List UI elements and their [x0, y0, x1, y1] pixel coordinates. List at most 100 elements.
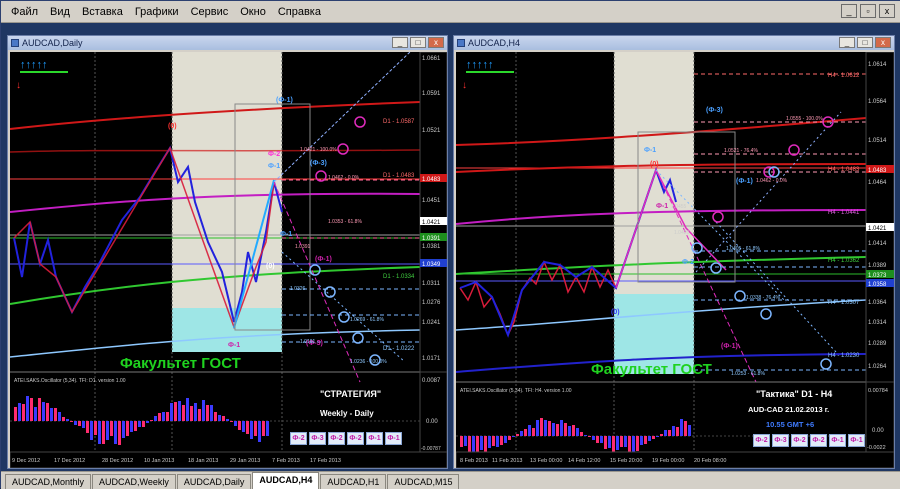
- oscillator-bar: [122, 421, 125, 438]
- wave-button[interactable]: Ф-1: [829, 434, 846, 447]
- chart-plot[interactable]: (Ф-3) Ф-1 (0) (Ф-1) Ф-1 Ф-2 (0) (Ф-1) H4…: [456, 52, 894, 468]
- price-tick: 1.0381: [422, 244, 441, 250]
- oscillator-bar: [246, 421, 249, 434]
- price-tick: 1.0289: [868, 341, 887, 347]
- wave-button[interactable]: Ф-2: [328, 432, 345, 445]
- price-tick: 1.0414: [868, 241, 887, 247]
- oscillator-bar: [612, 436, 615, 452]
- close-icon[interactable]: x: [879, 4, 895, 18]
- oscillator-bar: [604, 436, 607, 449]
- fib-label: 1.0326: [290, 286, 306, 292]
- tactic-time: 10.55 GMT +6: [766, 420, 814, 429]
- minimize-icon[interactable]: _: [392, 37, 408, 48]
- chart-window-daily: AUDCAD,Daily _ □ x (Ф-1) Ф-2 Ф-1 (Ф-3) (…: [7, 35, 448, 469]
- wave-button[interactable]: Ф-1: [848, 434, 865, 447]
- oscillator-bar: [150, 420, 153, 421]
- price-tick: 1.0276: [422, 300, 441, 306]
- menu-file[interactable]: Файл: [5, 6, 44, 18]
- wave-button[interactable]: Ф-2: [810, 434, 827, 447]
- oscillator-bar: [600, 436, 603, 443]
- oscillator-bar: [266, 421, 269, 436]
- wave-button[interactable]: Ф-1: [366, 432, 383, 445]
- oscillator-bar: [158, 413, 161, 421]
- tab-m15[interactable]: AUDCAD,M15: [387, 474, 460, 489]
- oscillator-bar: [234, 421, 237, 426]
- oscillator-bar: [584, 435, 587, 436]
- wave-button[interactable]: Ф-3: [772, 434, 789, 447]
- tab-monthly[interactable]: AUDCAD,Monthly: [5, 474, 92, 489]
- osc-tick: -0.00787: [421, 446, 441, 452]
- oscillator-bar: [78, 421, 81, 426]
- menu-view[interactable]: Вид: [44, 6, 76, 18]
- oscillator-bar: [30, 398, 33, 421]
- close-icon[interactable]: x: [428, 37, 444, 48]
- wave-button[interactable]: Ф-2: [347, 432, 364, 445]
- oscillator-bar: [516, 434, 519, 436]
- level-label: D1 - 1.0334: [383, 274, 415, 280]
- price-marker: 1.0349: [422, 262, 441, 268]
- price-tick: 1.0591: [422, 91, 441, 97]
- menu-insert[interactable]: Вставка: [76, 6, 129, 18]
- tab-weekly[interactable]: AUDCAD,Weekly: [92, 474, 176, 489]
- wave-buttons: Ф-2 Ф-3 Ф-2 Ф-2 Ф-1 Ф-1: [290, 432, 402, 445]
- minimize-icon[interactable]: _: [839, 37, 855, 48]
- oscillator-bar: [98, 421, 101, 444]
- close-icon[interactable]: x: [875, 37, 891, 48]
- oscillator-bar: [564, 423, 567, 436]
- oscillator-bar: [162, 412, 165, 421]
- wave-button[interactable]: Ф-3: [309, 432, 326, 445]
- price-marker: 1.0373: [868, 273, 887, 279]
- date-tick: 8 Feb 2013: [460, 458, 488, 464]
- tab-h4[interactable]: AUDCAD,H4: [252, 472, 320, 489]
- oscillator-bar: [524, 429, 527, 436]
- level-label: H4 - 1.0230: [828, 353, 860, 359]
- fib-label: 1.0236 - 100.0%: [350, 359, 387, 365]
- oscillator-bar: [194, 403, 197, 421]
- menu-help[interactable]: Справка: [272, 6, 327, 18]
- oscillator-bar: [608, 436, 611, 448]
- window-title-bar[interactable]: AUDCAD,Daily _ □ x: [8, 36, 447, 50]
- fib-label: 1.0555 - 100.0%: [786, 116, 823, 122]
- menubar: Файл Вид Вставка Графики Сервис Окно Спр…: [1, 1, 900, 23]
- maximize-icon[interactable]: □: [410, 37, 426, 48]
- mdi-controls: _ ▫ x: [841, 4, 895, 18]
- price-marker: 1.0358: [868, 282, 887, 288]
- oscillator-bar: [126, 421, 129, 436]
- restore-icon[interactable]: ▫: [860, 4, 876, 18]
- oscillator-bar: [628, 436, 631, 454]
- oscillator-bar: [660, 434, 663, 436]
- oscillator-bar: [110, 421, 113, 436]
- oscillator-bar: [258, 421, 261, 442]
- oscillator-bar: [154, 416, 157, 421]
- oscillator-bar: [596, 436, 599, 443]
- wave-button[interactable]: Ф-2: [791, 434, 808, 447]
- wave-button[interactable]: Ф-1: [385, 432, 402, 445]
- menu-window[interactable]: Окно: [234, 6, 272, 18]
- chart-plot[interactable]: (Ф-1) Ф-2 Ф-1 (Ф-3) (0) (0) Ф-1 (Ф-3) (Ф…: [10, 52, 447, 468]
- menu-charts[interactable]: Графики: [129, 6, 185, 18]
- price-tick: 1.0264: [868, 364, 887, 370]
- oscillator-bar: [138, 421, 141, 427]
- wave-button[interactable]: Ф-2: [290, 432, 307, 445]
- tab-daily[interactable]: AUDCAD,Daily: [176, 474, 252, 489]
- minimize-icon[interactable]: _: [841, 4, 857, 18]
- oscillator-bar: [640, 436, 643, 445]
- oscillator-bar: [198, 409, 201, 421]
- price-tick: 1.0614: [868, 62, 887, 68]
- maximize-icon[interactable]: □: [857, 37, 873, 48]
- oscillator-bar: [226, 419, 229, 421]
- date-tick: 10 Jan 2013: [144, 458, 174, 464]
- oscillator-bar: [142, 421, 145, 427]
- oscillator-bar: [102, 421, 105, 444]
- wave-button[interactable]: Ф-2: [753, 434, 770, 447]
- tactic-date: AUD-CAD 21.02.2013 г.: [748, 405, 829, 414]
- fib-label: 1.0269 - 61.8%: [350, 317, 384, 323]
- oscillator-bar: [202, 400, 205, 421]
- date-tick: 19 Feb 00:00: [652, 458, 684, 464]
- oscillator-bar: [504, 436, 507, 443]
- tab-h1[interactable]: AUDCAD,H1: [320, 474, 387, 489]
- window-title-bar[interactable]: AUDCAD,H4 _ □ x: [454, 36, 894, 50]
- oscillator-bar: [496, 436, 499, 447]
- oscillator-bar: [146, 421, 149, 423]
- menu-tools[interactable]: Сервис: [185, 6, 235, 18]
